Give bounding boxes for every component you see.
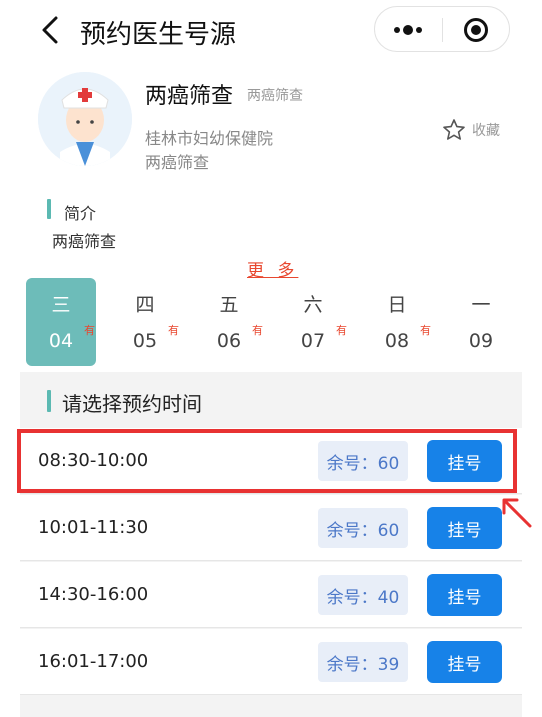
back-button[interactable]	[36, 12, 66, 48]
day-tab-04[interactable]: 三 04 有	[26, 278, 96, 366]
date-selector: 三 04 有 四 05 有 五 06 有 六 07 有 日 08 有 一 09	[26, 278, 516, 366]
day-tab-07[interactable]: 六 07 有	[278, 278, 348, 366]
mini-program-capsule	[374, 6, 510, 52]
availability-tag: 有	[336, 324, 347, 337]
section-marker	[47, 390, 51, 412]
time-slot-row: 10:01-11:30 余号：60 挂号	[20, 495, 522, 561]
highlight-box	[17, 429, 517, 493]
department-name: 两癌筛查	[145, 153, 210, 172]
register-button[interactable]: 挂号	[427, 507, 502, 549]
day-weekday: 一	[471, 294, 491, 316]
doctor-name: 两癌筛查	[145, 84, 234, 109]
register-button[interactable]: 挂号	[427, 574, 502, 616]
hospital-name: 桂林市妇幼保健院	[145, 129, 274, 148]
availability-tag: 有	[168, 324, 179, 337]
register-button[interactable]: 挂号	[427, 641, 502, 683]
chevron-left-icon	[42, 16, 58, 44]
nav-header: 预约医生号源	[0, 0, 542, 64]
day-tab-08[interactable]: 日 08 有	[362, 278, 432, 366]
star-icon	[443, 119, 465, 140]
day-weekday: 六	[303, 294, 323, 316]
availability-tag: 有	[252, 324, 263, 337]
more-menu-button[interactable]	[375, 7, 441, 53]
annotation-arrow-icon	[502, 498, 532, 528]
section-heading: 请选择预约时间	[62, 392, 202, 416]
doctor-avatar	[38, 72, 132, 166]
intro-heading: 简介	[64, 204, 97, 223]
day-tab-09[interactable]: 一 09	[446, 278, 516, 366]
intro-text: 两癌筛查	[52, 232, 117, 251]
page-title: 预约医生号源	[80, 20, 237, 50]
day-date: 09	[468, 330, 494, 352]
slot-time: 14:30-16:00	[38, 584, 149, 605]
doctor-avatar-icon	[38, 72, 132, 166]
availability-tag: 有	[420, 324, 431, 337]
remaining-count: 余号：39	[318, 642, 408, 682]
more-dots-icon	[394, 25, 422, 35]
day-weekday: 三	[51, 294, 71, 316]
close-button[interactable]	[443, 7, 509, 53]
day-tab-05[interactable]: 四 05 有	[110, 278, 180, 366]
day-weekday: 四	[135, 294, 155, 316]
slot-time: 10:01-11:30	[38, 517, 149, 538]
intro-marker	[47, 199, 51, 219]
day-weekday: 日	[387, 294, 407, 316]
time-slot-row: 16:01-17:00 余号：39 挂号	[20, 629, 522, 695]
time-slot-row: 14:30-16:00 余号：40 挂号	[20, 562, 522, 628]
favorite-button[interactable]: 收藏	[442, 118, 500, 142]
favorite-label: 收藏	[472, 123, 500, 139]
day-weekday: 五	[219, 294, 239, 316]
remaining-count: 余号：40	[318, 575, 408, 615]
doctor-title: 两癌筛查	[247, 88, 303, 104]
remaining-count: 余号：60	[318, 508, 408, 548]
availability-tag: 有	[84, 324, 95, 337]
day-tab-06[interactable]: 五 06 有	[194, 278, 264, 366]
slot-time: 16:01-17:00	[38, 651, 149, 672]
record-circle-icon	[464, 18, 488, 42]
